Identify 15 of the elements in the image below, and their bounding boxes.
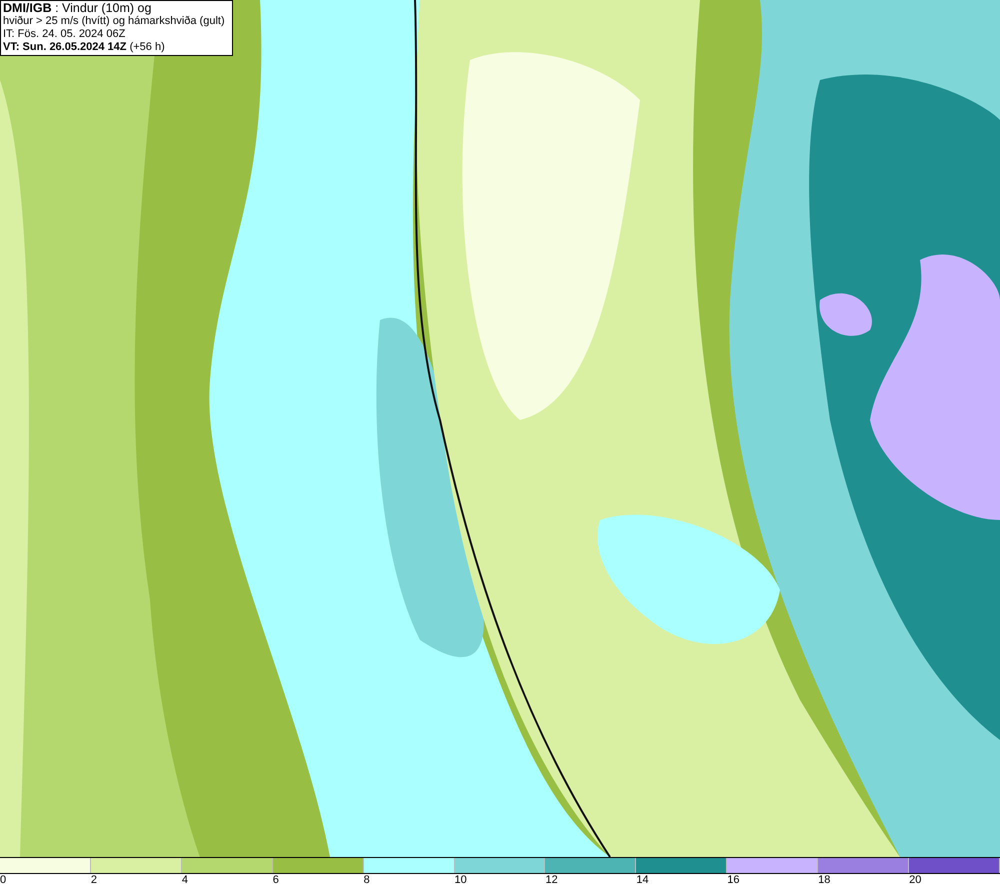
legend-tick-label: 16 (727, 874, 740, 887)
map-info-text: VT: Sun. 26.05.2024 14Z (+56 h) (3, 41, 166, 54)
legend-tick-label: 14 (636, 874, 649, 887)
legend-tick-label: 4 (182, 874, 188, 887)
legend-tick-label: 6 (272, 874, 279, 887)
legend-tick-label: 10 (454, 874, 467, 887)
legend-tick-label: 20 (909, 874, 922, 887)
map-info-text: IT: Fös. 24. 05. 2024 06Z (3, 28, 126, 41)
legend-tick-label: 12 (545, 874, 558, 887)
legend-tick-label: 18 (818, 874, 830, 887)
legend-tick-label: 8 (364, 874, 370, 887)
legend-tick-label: 2 (90, 874, 98, 887)
legend-tick-label: 0 (0, 874, 6, 887)
map-info-text: DMI/IGB : Vindur (10m) og (3, 2, 152, 15)
map-info-text: hviður > 25 m/s (hvítt) og hámarkshviða (gult) (3, 15, 226, 28)
